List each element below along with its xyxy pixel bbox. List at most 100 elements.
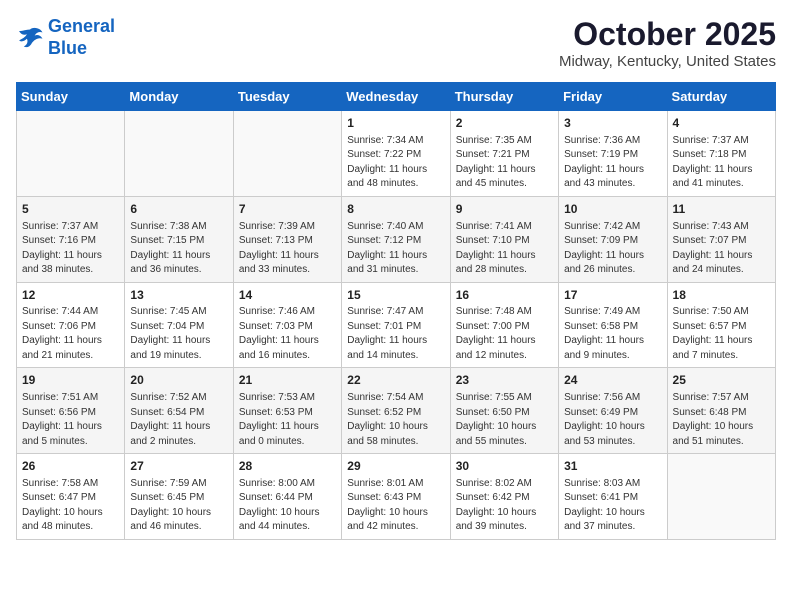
calendar-cell: 28Sunrise: 8:00 AM Sunset: 6:44 PM Dayli… — [233, 454, 341, 540]
calendar-cell: 16Sunrise: 7:48 AM Sunset: 7:00 PM Dayli… — [450, 282, 558, 368]
week-row-4: 19 Sunrise: 7:51 AM Sunset: 6:56 PM Dayli… — [17, 368, 776, 454]
calendar-cell: 17Sunrise: 7:49 AM Sunset: 6:58 PM Dayli… — [559, 282, 667, 368]
calendar-cell: 27 Sunrise: 7:59 AM Sunset: 6:45 PM Dayli… — [125, 454, 233, 540]
calendar-cell: 21Sunrise: 7:53 AM Sunset: 6:53 PM Dayli… — [233, 368, 341, 454]
calendar-cell: 20Sunrise: 7:52 AM Sunset: 6:54 PM Dayli… — [125, 368, 233, 454]
logo-line2: Blue — [48, 38, 87, 58]
day-info: Sunrise: 7:48 AM Sunset: 7:00 PM Dayligh… — [456, 305, 553, 363]
day-info: Sunrise: 8:03 AM Sunset: 6:41 PM Dayligh… — [564, 477, 661, 535]
day-number: 1 — [347, 115, 444, 132]
day-info: Sunrise: 7:51 AM Sunset: 6:56 PM Dayligh… — [22, 391, 119, 449]
calendar-cell: 5 Sunrise: 7:37 AM Sunset: 7:16 PM Daylig… — [17, 196, 125, 282]
day-info: Sunrise: 7:58 AM Sunset: 6:47 PM Dayligh… — [22, 477, 119, 535]
day-info: Sunrise: 7:47 AM Sunset: 7:01 PM Dayligh… — [347, 305, 444, 363]
day-number: 12 — [22, 287, 119, 304]
day-number: 25 — [673, 372, 770, 389]
day-number: 10 — [564, 201, 661, 218]
day-number: 19 — [22, 372, 119, 389]
day-info: Sunrise: 7:56 AM Sunset: 6:49 PM Dayligh… — [564, 391, 661, 449]
day-number: 15 — [347, 287, 444, 304]
calendar-cell: 8 Sunrise: 7:40 AM Sunset: 7:12 PM Daylig… — [342, 196, 450, 282]
calendar-cell: 1 Sunrise: 7:34 AM Sunset: 7:22 PM Daylig… — [342, 111, 450, 197]
calendar-cell: 10 Sunrise: 7:42 AM Sunset: 7:09 PM Dayli… — [559, 196, 667, 282]
day-info: Sunrise: 7:44 AM Sunset: 7:06 PM Dayligh… — [22, 305, 119, 363]
day-number: 23 — [456, 372, 553, 389]
calendar-cell: 18Sunrise: 7:50 AM Sunset: 6:57 PM Dayli… — [667, 282, 775, 368]
calendar-cell: 13Sunrise: 7:45 AM Sunset: 7:04 PM Dayli… — [125, 282, 233, 368]
day-number: 31 — [564, 458, 661, 475]
week-row-2: 5 Sunrise: 7:37 AM Sunset: 7:16 PM Daylig… — [17, 196, 776, 282]
calendar-cell — [667, 454, 775, 540]
day-info: Sunrise: 7:45 AM Sunset: 7:04 PM Dayligh… — [130, 305, 227, 363]
logo-bird-icon — [16, 26, 44, 50]
calendar-cell: 11 Sunrise: 7:43 AM Sunset: 7:07 PM Dayli… — [667, 196, 775, 282]
day-number: 18 — [673, 287, 770, 304]
week-row-1: 1 Sunrise: 7:34 AM Sunset: 7:22 PM Daylig… — [17, 111, 776, 197]
day-info: Sunrise: 8:02 AM Sunset: 6:42 PM Dayligh… — [456, 477, 553, 535]
day-number: 5 — [22, 201, 119, 218]
day-number: 20 — [130, 372, 227, 389]
calendar-table: SundayMondayTuesdayWednesdayThursdayFrid… — [16, 82, 776, 540]
day-info: Sunrise: 7:34 AM Sunset: 7:22 PM Dayligh… — [347, 134, 444, 192]
day-info: Sunrise: 7:49 AM Sunset: 6:58 PM Dayligh… — [564, 305, 661, 363]
day-number: 13 — [130, 287, 227, 304]
day-info: Sunrise: 7:39 AM Sunset: 7:13 PM Dayligh… — [239, 220, 336, 278]
calendar-cell: 9 Sunrise: 7:41 AM Sunset: 7:10 PM Daylig… — [450, 196, 558, 282]
day-info: Sunrise: 8:01 AM Sunset: 6:43 PM Dayligh… — [347, 477, 444, 535]
calendar-cell: 3 Sunrise: 7:36 AM Sunset: 7:19 PM Daylig… — [559, 111, 667, 197]
calendar-cell: 25Sunrise: 7:57 AM Sunset: 6:48 PM Dayli… — [667, 368, 775, 454]
calendar-cell: 24Sunrise: 7:56 AM Sunset: 6:49 PM Dayli… — [559, 368, 667, 454]
day-number: 8 — [347, 201, 444, 218]
weekday-header-monday: Monday — [125, 83, 233, 111]
weekday-header-friday: Friday — [559, 83, 667, 111]
calendar-cell: 2Sunrise: 7:35 AM Sunset: 7:21 PM Daylig… — [450, 111, 558, 197]
calendar-cell: 29Sunrise: 8:01 AM Sunset: 6:43 PM Dayli… — [342, 454, 450, 540]
day-info: Sunrise: 7:42 AM Sunset: 7:09 PM Dayligh… — [564, 220, 661, 278]
calendar-cell: 19 Sunrise: 7:51 AM Sunset: 6:56 PM Dayli… — [17, 368, 125, 454]
day-number: 2 — [456, 115, 553, 132]
calendar-cell: 14Sunrise: 7:46 AM Sunset: 7:03 PM Dayli… — [233, 282, 341, 368]
day-info: Sunrise: 7:59 AM Sunset: 6:45 PM Dayligh… — [130, 477, 227, 535]
calendar-cell: 7 Sunrise: 7:39 AM Sunset: 7:13 PM Daylig… — [233, 196, 341, 282]
weekday-header-row: SundayMondayTuesdayWednesdayThursdayFrid… — [17, 83, 776, 111]
calendar-cell: 15Sunrise: 7:47 AM Sunset: 7:01 PM Dayli… — [342, 282, 450, 368]
day-number: 17 — [564, 287, 661, 304]
day-info: Sunrise: 7:41 AM Sunset: 7:10 PM Dayligh… — [456, 220, 553, 278]
day-info: Sunrise: 7:36 AM Sunset: 7:19 PM Dayligh… — [564, 134, 661, 192]
day-number: 3 — [564, 115, 661, 132]
day-number: 30 — [456, 458, 553, 475]
logo: General Blue — [16, 16, 115, 59]
day-number: 11 — [673, 201, 770, 218]
day-number: 7 — [239, 201, 336, 218]
day-number: 9 — [456, 201, 553, 218]
location-subtitle: Midway, Kentucky, United States — [559, 53, 776, 70]
week-row-5: 26 Sunrise: 7:58 AM Sunset: 6:47 PM Dayli… — [17, 454, 776, 540]
calendar-cell — [125, 111, 233, 197]
day-number: 4 — [673, 115, 770, 132]
day-info: Sunrise: 7:55 AM Sunset: 6:50 PM Dayligh… — [456, 391, 553, 449]
weekday-header-thursday: Thursday — [450, 83, 558, 111]
title-block: October 2025 Midway, Kentucky, United St… — [559, 16, 776, 70]
calendar-cell: 30 Sunrise: 8:02 AM Sunset: 6:42 PM Dayli… — [450, 454, 558, 540]
day-number: 14 — [239, 287, 336, 304]
calendar-cell — [233, 111, 341, 197]
day-number: 26 — [22, 458, 119, 475]
day-number: 16 — [456, 287, 553, 304]
calendar-cell: 31 Sunrise: 8:03 AM Sunset: 6:41 PM Dayli… — [559, 454, 667, 540]
calendar-cell: 22Sunrise: 7:54 AM Sunset: 6:52 PM Dayli… — [342, 368, 450, 454]
day-info: Sunrise: 7:43 AM Sunset: 7:07 PM Dayligh… — [673, 220, 770, 278]
day-info: Sunrise: 7:37 AM Sunset: 7:16 PM Dayligh… — [22, 220, 119, 278]
day-info: Sunrise: 7:40 AM Sunset: 7:12 PM Dayligh… — [347, 220, 444, 278]
day-info: Sunrise: 7:37 AM Sunset: 7:18 PM Dayligh… — [673, 134, 770, 192]
logo-line1: General — [48, 16, 115, 36]
day-number: 22 — [347, 372, 444, 389]
day-number: 21 — [239, 372, 336, 389]
day-info: Sunrise: 8:00 AM Sunset: 6:44 PM Dayligh… — [239, 477, 336, 535]
calendar-cell: 6Sunrise: 7:38 AM Sunset: 7:15 PM Daylig… — [125, 196, 233, 282]
day-number: 27 — [130, 458, 227, 475]
calendar-cell — [17, 111, 125, 197]
month-title: October 2025 — [559, 16, 776, 53]
week-row-3: 12Sunrise: 7:44 AM Sunset: 7:06 PM Dayli… — [17, 282, 776, 368]
day-number: 6 — [130, 201, 227, 218]
weekday-header-sunday: Sunday — [17, 83, 125, 111]
